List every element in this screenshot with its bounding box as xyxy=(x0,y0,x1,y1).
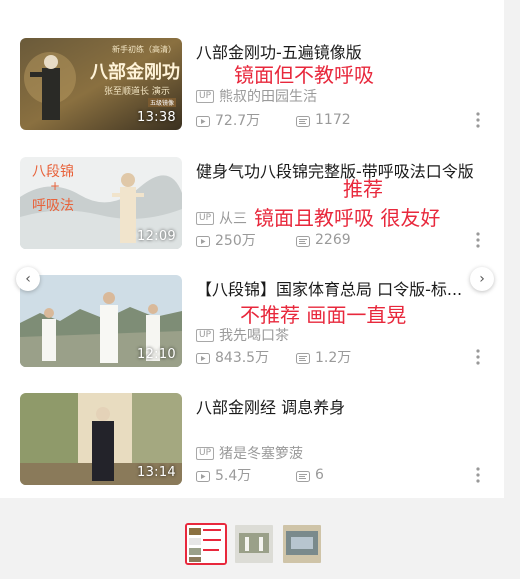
stats-line: 72.7万 1172 xyxy=(196,110,476,130)
handwritten-annotation: 镜面但不教呼吸 xyxy=(234,63,374,87)
more-options-icon[interactable] xyxy=(476,232,480,248)
video-thumbnail-1[interactable]: 新手初练（高清） 八部金刚功 张至顺道长 演示 五级镜像 13:38 xyxy=(20,38,182,130)
carousel-next-button[interactable]: › xyxy=(470,267,494,291)
carousel-prev-button[interactable]: ‹ xyxy=(16,267,40,291)
danmaku-count: 2269 xyxy=(315,232,351,248)
thumb-top-text: 新手初练（高清） xyxy=(112,45,176,54)
danmaku-count: 1.2万 xyxy=(315,350,352,366)
video-title[interactable]: 健身气功八段锦完整版-带呼吸法口令版 xyxy=(196,159,486,185)
uploader-line[interactable]: UP 猪是冬塞箩菠 xyxy=(196,443,303,463)
more-options-icon[interactable] xyxy=(476,112,480,128)
chevron-right-icon: › xyxy=(479,271,485,287)
danmaku-count: 1172 xyxy=(315,112,351,128)
danmaku-icon xyxy=(296,235,310,247)
uploader-name[interactable]: 猪是冬塞箩菠 xyxy=(219,443,303,463)
image-pager xyxy=(185,523,323,565)
up-badge: UP xyxy=(196,446,215,460)
danmaku-icon xyxy=(296,115,310,127)
pager-thumb-1[interactable] xyxy=(185,523,227,565)
video-item-3[interactable]: 12:10 【八段锦】国家体育总局 口令版-标... 不推荐 画面一直晃 UP … xyxy=(0,275,504,393)
pager-thumb-3[interactable] xyxy=(281,523,323,565)
video-duration: 13:14 xyxy=(137,465,176,480)
danmaku-icon xyxy=(296,352,310,364)
video-thumbnail-3[interactable]: 12:10 xyxy=(20,275,182,367)
thumb-main-text-2: 呼吸法 xyxy=(32,198,74,214)
pager-thumb-2[interactable] xyxy=(233,523,275,565)
thumb-tag: 五级镜像 xyxy=(148,98,177,107)
video-thumbnail-2[interactable]: 八段锦 + 呼吸法 12:09 xyxy=(20,157,182,249)
video-item-2[interactable]: 八段锦 + 呼吸法 12:09 健身气功八段锦完整版-带呼吸法口令版 推荐 镜面… xyxy=(0,157,504,275)
handwritten-annotation: 镜面且教呼吸 很友好 xyxy=(254,206,441,230)
thumb-sub-text: 张至顺道长 演示 xyxy=(104,87,170,97)
danmaku-count: 6 xyxy=(315,467,324,483)
uploader-line[interactable]: UP 我先喝口茶 xyxy=(196,325,289,345)
more-options-icon[interactable] xyxy=(476,349,480,365)
play-count-icon xyxy=(196,115,210,127)
thumb-main-text: 八段锦 xyxy=(32,164,74,180)
uploader-name[interactable]: 从三 xyxy=(219,208,247,228)
view-count: 843.5万 xyxy=(215,350,270,366)
play-count-icon xyxy=(196,235,210,247)
view-count: 250万 xyxy=(215,233,256,249)
video-list-panel: 新手初练（高清） 八部金刚功 张至顺道长 演示 五级镜像 13:38 八部金刚功… xyxy=(0,0,504,498)
uploader-name[interactable]: 熊叔的田园生活 xyxy=(219,86,317,106)
chevron-left-icon: ‹ xyxy=(25,271,31,287)
video-item-4[interactable]: 13:14 八部金刚经 调息养身 UP 猪是冬塞箩菠 5.4万 6 xyxy=(0,393,504,511)
stats-line: 843.5万 1.2万 xyxy=(196,347,476,367)
video-thumbnail-4[interactable]: 13:14 xyxy=(20,393,182,485)
stats-line: 250万 2269 xyxy=(196,230,476,250)
handwritten-annotation: 推荐 xyxy=(343,177,383,201)
video-title[interactable]: 【八段锦】国家体育总局 口令版-标... xyxy=(196,277,486,303)
more-options-icon[interactable] xyxy=(476,467,480,483)
video-title[interactable]: 八部金刚经 调息养身 xyxy=(196,395,486,421)
play-count-icon xyxy=(196,352,210,364)
danmaku-icon xyxy=(296,470,310,482)
view-count: 72.7万 xyxy=(215,113,261,129)
handwritten-annotation: 不推荐 画面一直晃 xyxy=(240,303,407,327)
video-duration: 12:09 xyxy=(137,229,176,244)
uploader-name[interactable]: 我先喝口茶 xyxy=(219,325,289,345)
stats-line: 5.4万 6 xyxy=(196,465,476,485)
up-badge: UP xyxy=(196,211,215,225)
view-count: 5.4万 xyxy=(215,468,252,484)
uploader-line[interactable]: UP 熊叔的田园生活 xyxy=(196,86,317,106)
video-item-1[interactable]: 新手初练（高清） 八部金刚功 张至顺道长 演示 五级镜像 13:38 八部金刚功… xyxy=(0,38,504,156)
thumb-plus: + xyxy=(50,179,61,193)
up-badge: UP xyxy=(196,328,215,342)
play-count-icon xyxy=(196,470,210,482)
video-duration: 13:38 xyxy=(137,110,176,125)
uploader-line[interactable]: UP 从三 xyxy=(196,208,247,228)
up-badge: UP xyxy=(196,89,215,103)
thumb-main-text: 八部金刚功 xyxy=(90,62,180,83)
video-duration: 12:10 xyxy=(137,347,176,362)
